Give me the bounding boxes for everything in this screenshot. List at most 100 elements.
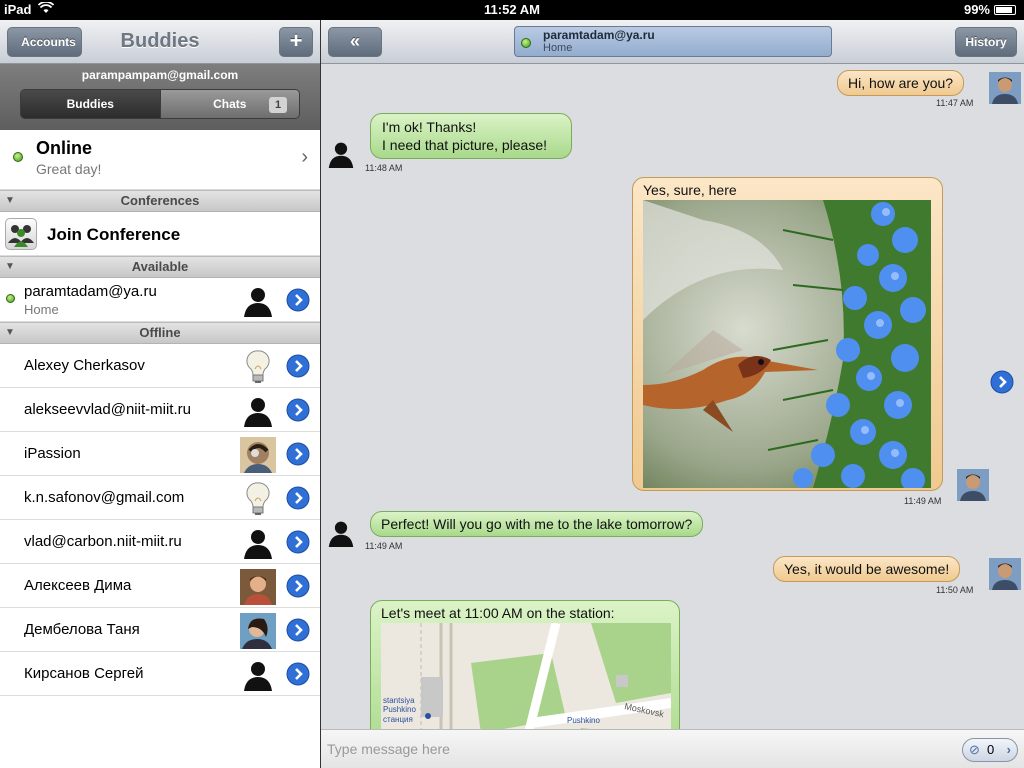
tab-chats-label: Chats xyxy=(213,97,247,111)
lightbulb-icon xyxy=(240,481,276,517)
my-status-row[interactable]: Online Great day! › xyxy=(0,130,320,190)
lightbulb-icon xyxy=(240,349,276,385)
person-silhouette-icon xyxy=(240,393,276,429)
contact-name: vlad@carbon.niit-miit.ru xyxy=(24,533,182,550)
clock: 11:52 AM xyxy=(484,2,540,17)
message-timestamp: 11:50 AM xyxy=(936,585,974,595)
chat-pane: « paramtadam@ya.ru Home History Hi, how … xyxy=(321,20,1024,768)
incoming-message-with-map[interactable]: Let's meet at 11:00 AM on the station: s… xyxy=(370,600,680,729)
map-label: станция xyxy=(383,715,413,724)
map-label: stantsiya xyxy=(383,696,415,705)
online-status-icon xyxy=(6,294,15,303)
detail-disclosure-button[interactable] xyxy=(286,354,310,378)
message-thread[interactable]: Hi, how are you? 11:47 AM I'm ok! Thanks… xyxy=(321,64,1024,729)
outgoing-message[interactable]: Hi, how are you? xyxy=(837,70,965,96)
contact-row[interactable]: iPassion xyxy=(0,432,320,476)
section-header-available[interactable]: ▼ Available xyxy=(0,256,320,278)
contact-name: Дембелова Таня xyxy=(24,621,140,638)
tab-buddies[interactable]: Buddies xyxy=(21,90,160,118)
detail-disclosure-button[interactable] xyxy=(286,486,310,510)
left-nav-bar: Accounts Buddies + xyxy=(0,20,320,64)
contact-name: Алексеев Дима xyxy=(24,577,132,594)
person-silhouette-icon xyxy=(240,283,276,319)
contact-row[interactable]: vlad@carbon.niit-miit.ru xyxy=(0,520,320,564)
detail-disclosure-button[interactable] xyxy=(286,398,310,422)
account-email: parampampam@gmail.com xyxy=(81,68,239,82)
message-timestamp: 11:49 AM xyxy=(904,496,942,506)
contact-row[interactable]: Алексеев Дима xyxy=(0,564,320,608)
location-map[interactable]: stantsiya Pushkino станция Pushkino Mosk… xyxy=(381,623,671,729)
chat-contact-title[interactable]: paramtadam@ya.ru Home xyxy=(514,26,832,57)
person-silhouette-icon xyxy=(328,521,354,547)
my-avatar xyxy=(989,558,1021,590)
history-button[interactable]: History xyxy=(955,27,1017,57)
buddies-title: Buddies xyxy=(120,30,200,52)
online-status-icon xyxy=(13,152,23,162)
incoming-message[interactable]: Perfect! Will you go with me to the lake… xyxy=(370,511,704,537)
group-people-icon xyxy=(5,218,37,250)
chat-contact-name: paramtadam@ya.ru xyxy=(543,28,655,42)
contact-row[interactable]: paramtadam@ya.ru Home xyxy=(0,278,320,322)
attachment-button[interactable]: ⊘ 0 › xyxy=(962,738,1018,762)
contact-row[interactable]: Кирсанов Сергей xyxy=(0,652,320,696)
detail-disclosure-button[interactable] xyxy=(286,662,310,686)
contact-row[interactable]: alekseevvlad@niit-miit.ru xyxy=(0,388,320,432)
contact-name: Кирсанов Сергей xyxy=(24,665,144,682)
detail-disclosure-button[interactable] xyxy=(990,370,1014,394)
incoming-message[interactable]: I'm ok! Thanks! I need that picture, ple… xyxy=(370,113,572,159)
message-line: I need that picture, please! xyxy=(382,137,547,153)
buddies-pane: Accounts Buddies + parampampam@gmail.com… xyxy=(0,20,320,768)
person-silhouette-icon xyxy=(240,657,276,693)
message-text: Let's meet at 11:00 AM on the station: xyxy=(381,605,615,621)
online-status-icon xyxy=(521,38,531,48)
join-conference-label: Join Conference xyxy=(47,225,181,244)
message-compose-bar: ⊘ 0 › xyxy=(321,729,1024,768)
section-header-conferences[interactable]: ▼ Conferences xyxy=(0,190,320,212)
paperclip-icon: ⊘ xyxy=(969,742,980,757)
outgoing-message-with-image[interactable]: Yes, sure, here xyxy=(632,177,943,491)
collapse-triangle-icon: ▼ xyxy=(5,195,15,206)
hummingbird-photo[interactable] xyxy=(643,200,931,488)
detail-disclosure-button[interactable] xyxy=(286,530,310,554)
contact-row[interactable]: Дембелова Таня xyxy=(0,608,320,652)
contact-name: iPassion xyxy=(24,445,81,462)
person-silhouette-icon xyxy=(240,525,276,561)
map-label: Pushkino xyxy=(567,716,600,725)
tab-chats[interactable]: Chats 1 xyxy=(159,90,299,118)
collapse-sidebar-button[interactable]: « xyxy=(328,27,382,57)
contact-resource: Home xyxy=(24,302,59,317)
message-timestamp: 11:47 AM xyxy=(936,98,974,108)
section-header-offline[interactable]: ▼ Offline xyxy=(0,322,320,344)
chevron-right-icon: › xyxy=(301,146,308,168)
detail-disclosure-button[interactable] xyxy=(286,288,310,312)
status-bar: iPad 11:52 AM 99% xyxy=(0,0,1024,20)
offline-contact-list: Alexey Cherkasov alekseevvlad@niit-miit.r… xyxy=(0,344,320,696)
contact-name: k.n.safonov@gmail.com xyxy=(24,489,185,506)
section-title: Offline xyxy=(139,325,181,340)
map-label: Pushkino xyxy=(383,705,416,714)
app-root: iPad 11:52 AM 99% Accounts Buddies + par… xyxy=(0,0,1024,768)
my-avatar xyxy=(989,72,1021,104)
contact-name: alekseevvlad@niit-miit.ru xyxy=(24,401,191,418)
status-message: Great day! xyxy=(36,161,102,177)
contact-photo xyxy=(240,613,276,649)
contact-row[interactable]: k.n.safonov@gmail.com xyxy=(0,476,320,520)
detail-disclosure-button[interactable] xyxy=(286,442,310,466)
battery-icon xyxy=(994,4,1016,15)
contact-photo xyxy=(240,569,276,605)
message-timestamp: 11:48 AM xyxy=(365,163,403,173)
detail-disclosure-button[interactable] xyxy=(286,618,310,642)
collapse-triangle-icon: ▼ xyxy=(5,327,15,338)
chat-contact-resource: Home xyxy=(543,42,573,54)
outgoing-message[interactable]: Yes, it would be awesome! xyxy=(773,556,961,582)
battery-percent: 99% xyxy=(963,2,990,17)
join-conference-row[interactable]: Join Conference xyxy=(0,212,320,256)
message-timestamp: 11:49 AM xyxy=(365,541,403,551)
detail-disclosure-button[interactable] xyxy=(286,574,310,598)
battery-indicator: 99% xyxy=(964,2,1016,17)
add-buddy-button[interactable]: + xyxy=(279,27,313,57)
chat-nav-bar: « paramtadam@ya.ru Home History xyxy=(321,20,1024,64)
contact-row[interactable]: Alexey Cherkasov xyxy=(0,344,320,388)
message-input[interactable] xyxy=(327,736,957,762)
collapse-triangle-icon: ▼ xyxy=(5,261,15,272)
